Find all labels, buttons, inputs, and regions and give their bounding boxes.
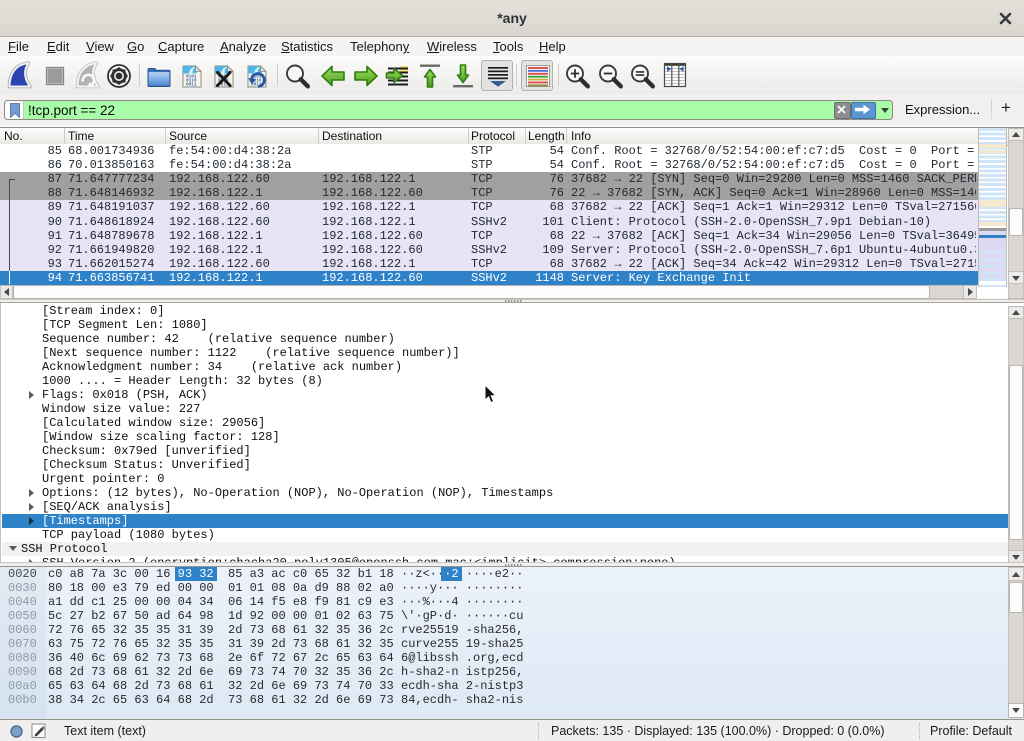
svg-text:0011: 0011 xyxy=(186,83,197,88)
